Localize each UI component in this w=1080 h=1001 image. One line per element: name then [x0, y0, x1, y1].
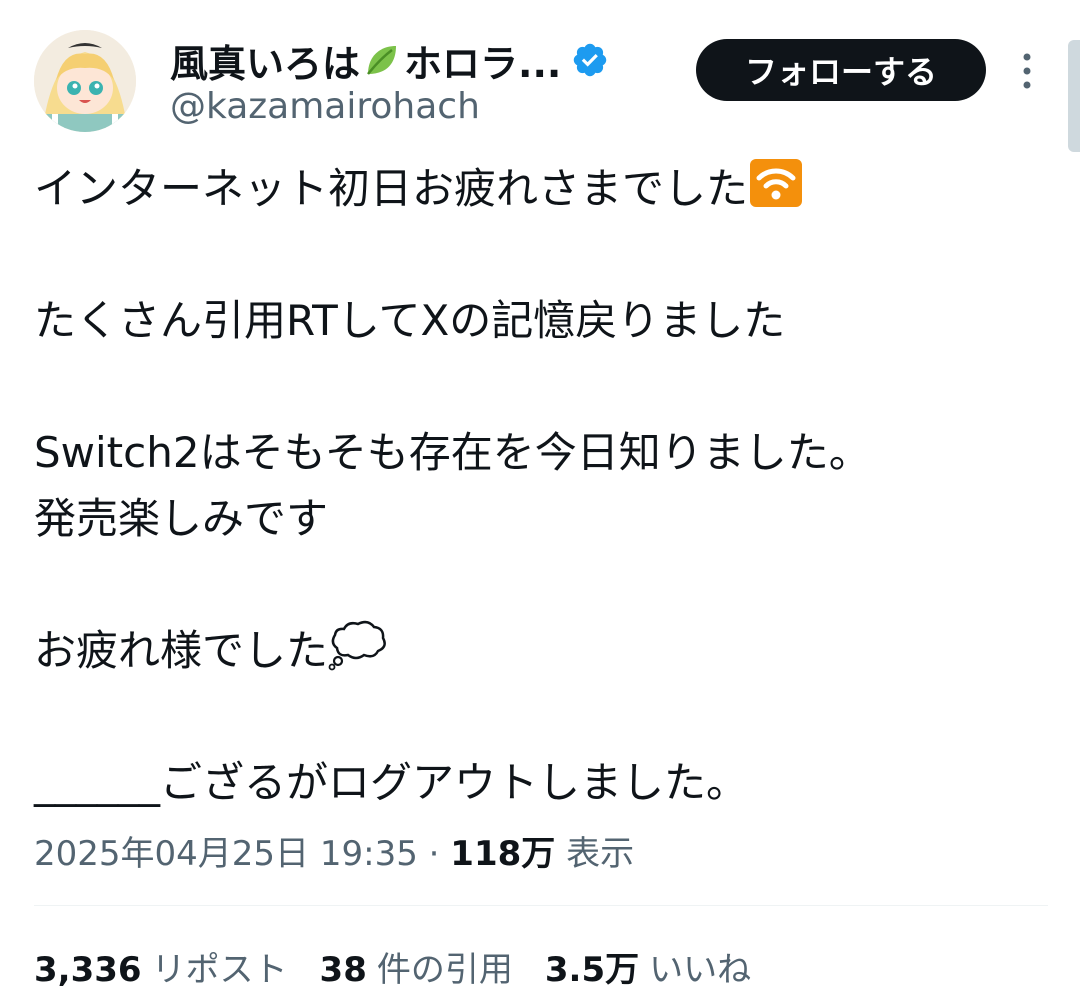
meta-separator: · — [428, 834, 440, 874]
tweet-line: 発売楽しみです — [34, 494, 329, 543]
author-display-name[interactable]: 風真いろは — [170, 33, 360, 88]
author-handle[interactable]: @kazamairohach — [170, 86, 480, 127]
scrollbar[interactable] — [1068, 40, 1080, 152]
views-label: 表示 — [566, 834, 635, 874]
tweet-line: たくさん引用RTしてXの記憶戻りました — [34, 296, 786, 345]
tweet-text: インターネット初日お疲れさまでした たくさん引用RTしてXの記憶戻りました Sw… — [34, 156, 1054, 816]
tweet-line-text: お疲れ様でした — [34, 626, 329, 675]
tweet-detail: 風真いろは ホロラ... @kazamairohach フォローする インターネ… — [0, 0, 1080, 1001]
avatar[interactable] — [34, 30, 136, 132]
quotes-count: 38 — [319, 950, 367, 990]
thought-balloon-icon — [328, 619, 388, 690]
divider — [34, 905, 1048, 906]
tweet-line-text: インターネット初日お疲れさまでした — [34, 164, 749, 213]
likes-label: いいね — [649, 950, 752, 990]
avatar-image — [34, 30, 136, 132]
more-vertical-icon[interactable] — [1012, 48, 1042, 94]
author-name-row[interactable]: 風真いろは ホロラ... — [170, 32, 609, 88]
reposts-stat[interactable]: 3,336 リポスト — [34, 942, 288, 991]
tweet-line: お疲れ様でした — [34, 618, 1054, 684]
leaf-icon — [362, 40, 402, 80]
likes-stat[interactable]: 3.5万 いいね — [545, 942, 751, 991]
follow-button[interactable]: フォローする — [696, 39, 986, 101]
quotes-stat[interactable]: 38 件の引用 — [320, 942, 513, 991]
author-display-name-suffix[interactable]: ホロラ... — [404, 33, 561, 88]
verified-badge-icon — [571, 41, 609, 79]
antenna-bars-icon — [748, 157, 804, 228]
tweet-line: ______ござるがログアウトしました。 — [34, 758, 749, 807]
tweet-line: Switch2はそもそも存在を今日知りました。 — [34, 428, 871, 477]
quotes-label: 件の引用 — [376, 950, 513, 990]
tweet-meta: 2025年04月25日 19:35 · 118万 表示 — [34, 826, 634, 875]
tweet-timestamp[interactable]: 2025年04月25日 19:35 — [34, 834, 418, 874]
reposts-count: 3,336 — [34, 950, 142, 990]
reposts-label: リポスト — [151, 950, 288, 990]
tweet-stats: 3,336 リポスト 38 件の引用 3.5万 いいね — [34, 942, 751, 991]
views-count: 118万 — [450, 834, 556, 874]
likes-count: 3.5万 — [544, 950, 640, 990]
tweet-line: インターネット初日お疲れさまでした — [34, 156, 1054, 222]
